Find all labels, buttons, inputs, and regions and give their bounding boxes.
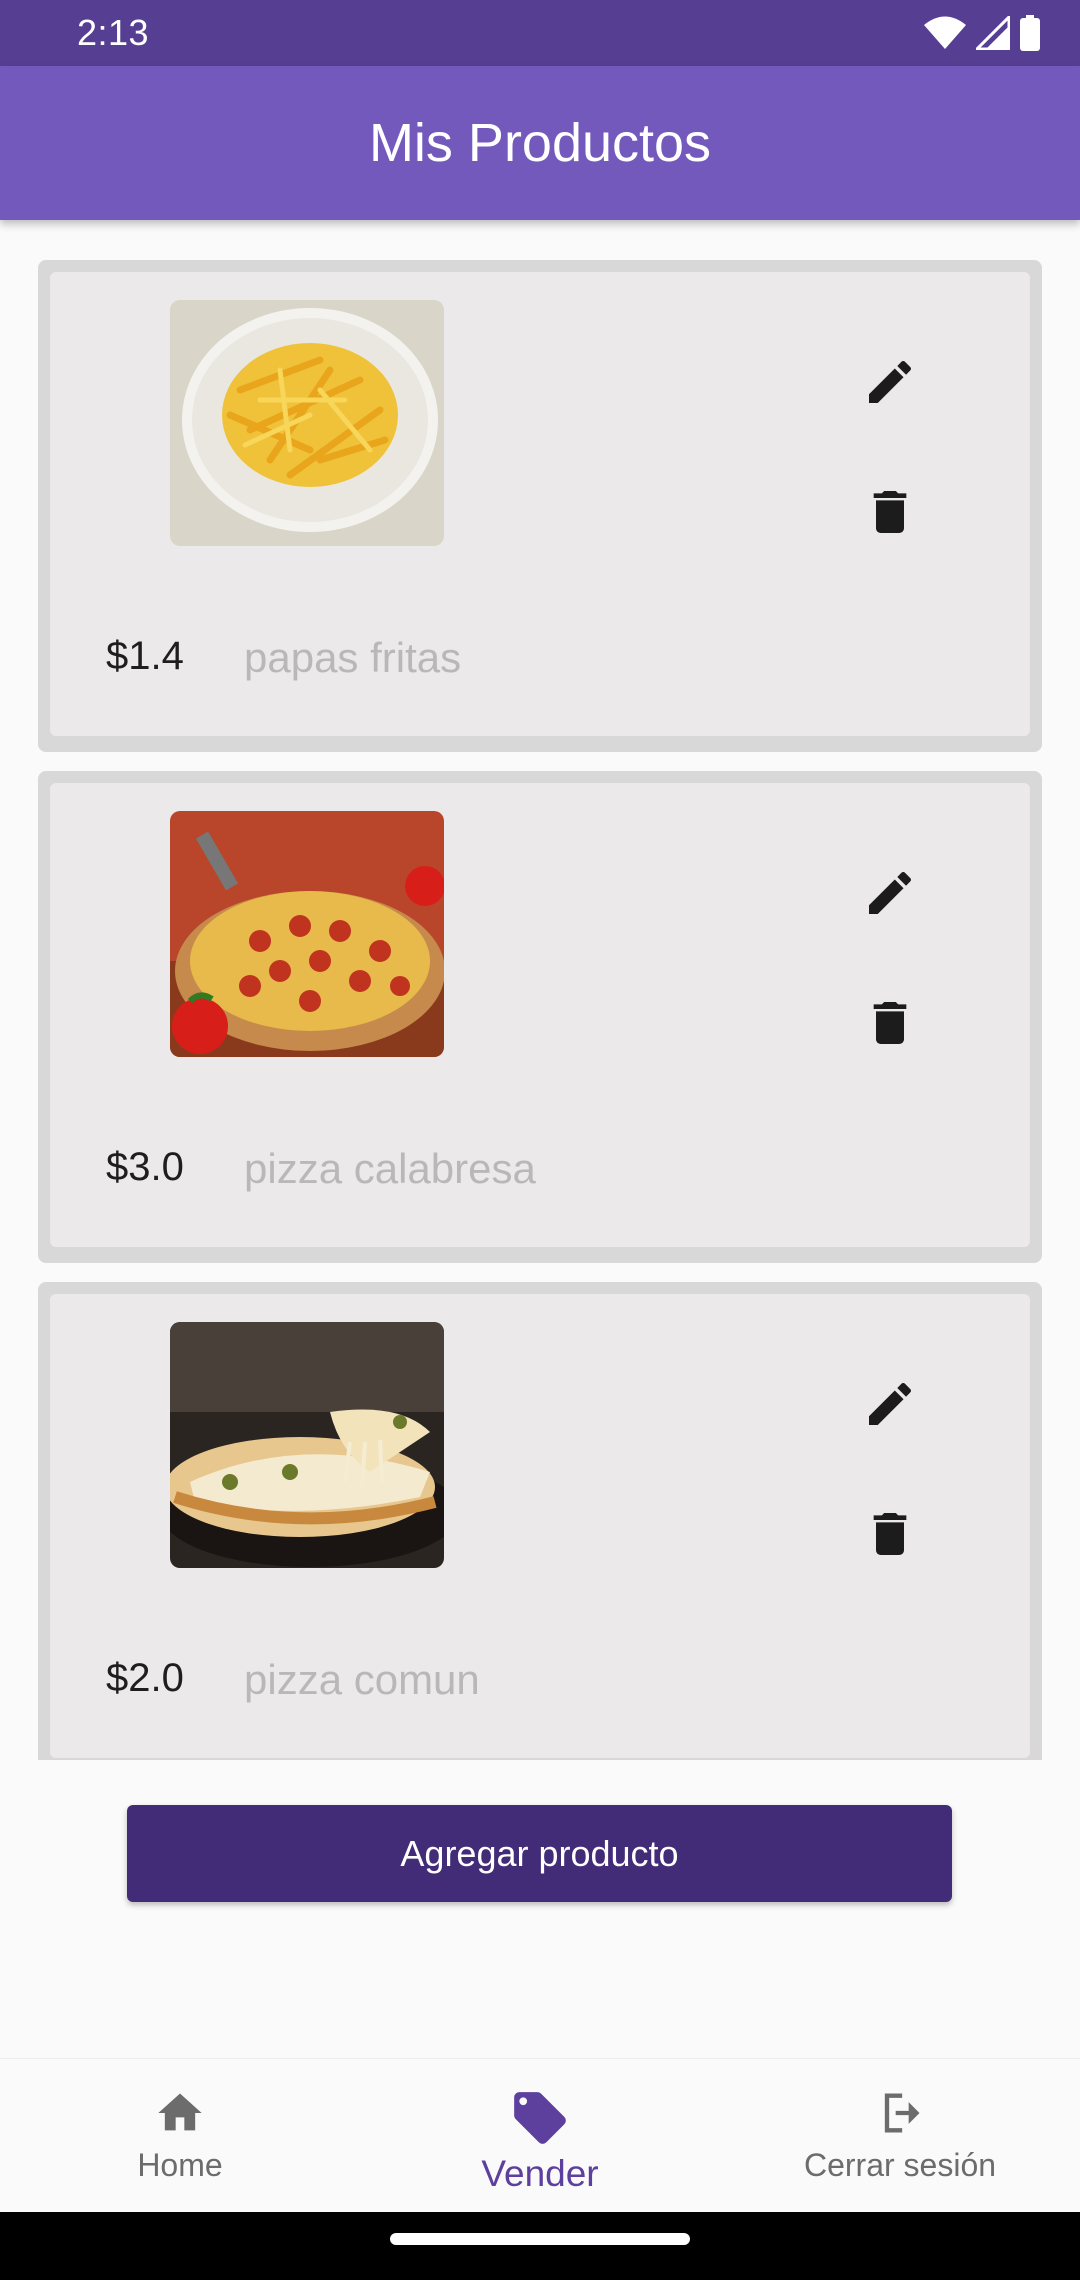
product-name: papas fritas: [244, 634, 462, 681]
status-time: 2:13: [77, 12, 150, 53]
product-image: [170, 1322, 444, 1568]
fries-photo: [170, 300, 444, 546]
gesture-handle[interactable]: [390, 2233, 690, 2245]
nav-label: Vender: [481, 2153, 599, 2194]
nav-item-vender[interactable]: Vender: [360, 2059, 720, 2212]
trash-icon: [873, 491, 907, 533]
app-bar: Mis Productos: [0, 66, 1080, 220]
product-list[interactable]: $1.4 papas fritas $3.0 pizza calabresa $…: [0, 220, 1080, 1760]
nav-item-home[interactable]: Home: [0, 2059, 360, 2212]
system-gesture-bar: [0, 2212, 1080, 2280]
product-price: $1.4: [106, 634, 184, 678]
status-icons: [924, 14, 1040, 52]
product-card[interactable]: $1.4 papas fritas: [38, 260, 1042, 752]
delete-button[interactable]: [850, 983, 930, 1063]
nav-label: Home: [137, 2147, 223, 2183]
cheese-pizza-photo: [170, 1322, 444, 1568]
bottom-navigation: Home Vender Cerrar sesión: [0, 2058, 1080, 2212]
pencil-icon: [869, 1382, 912, 1425]
wifi-icon: [924, 16, 966, 49]
edit-button[interactable]: [850, 853, 930, 933]
nav-item-cerrar-sesion[interactable]: Cerrar sesión: [720, 2059, 1080, 2212]
delete-button[interactable]: [850, 1494, 930, 1574]
edit-button[interactable]: [850, 1364, 930, 1444]
pencil-icon: [869, 360, 912, 403]
product-card[interactable]: $3.0 pizza calabresa: [38, 771, 1042, 1263]
product-card[interactable]: $2.0 pizza comun: [38, 1282, 1042, 1760]
product-card-content: $2.0 pizza comun: [50, 1294, 1030, 1758]
edit-button[interactable]: [850, 342, 930, 422]
trash-icon: [873, 1002, 907, 1044]
trash-icon: [873, 1513, 907, 1555]
pencil-icon: [869, 871, 912, 914]
product-name: pizza comun: [244, 1656, 480, 1703]
product-price: $3.0: [106, 1145, 184, 1189]
battery-icon: [1020, 15, 1040, 51]
signal-icon: [976, 16, 1010, 50]
product-card-content: $1.4 papas fritas: [50, 272, 1030, 736]
product-image: [170, 300, 444, 546]
nav-label: Cerrar sesión: [803, 2147, 997, 2183]
status-bar: 2:13: [0, 0, 1080, 66]
logout-icon: [884, 2093, 920, 2133]
page-title: Mis Productos: [368, 113, 712, 173]
home-icon: [158, 2093, 202, 2131]
add-product-button[interactable]: Agregar producto: [127, 1805, 952, 1902]
delete-button[interactable]: [850, 472, 930, 552]
product-image: [170, 811, 444, 1057]
tag-icon: [514, 2092, 566, 2144]
product-card-content: $3.0 pizza calabresa: [50, 783, 1030, 1247]
product-name: pizza calabresa: [244, 1145, 536, 1192]
product-price: $2.0: [106, 1656, 184, 1700]
pepperoni-pizza-photo: [170, 811, 444, 1057]
